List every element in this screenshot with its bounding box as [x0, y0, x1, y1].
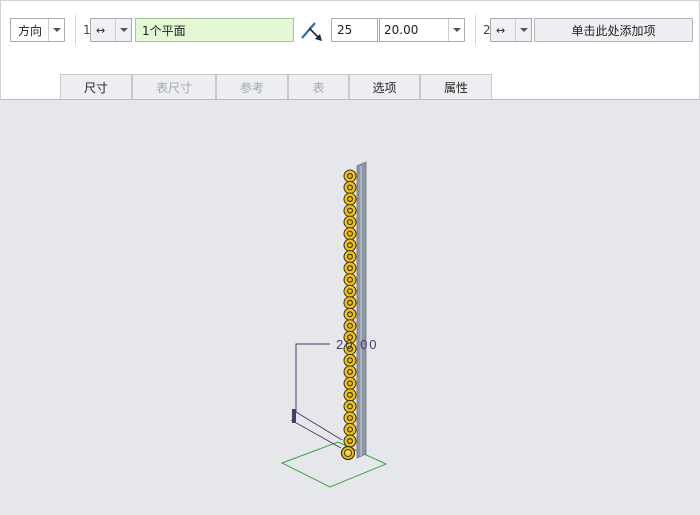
- spacing-dropdown[interactable]: 20.00: [379, 18, 465, 42]
- pattern-member-marker[interactable]: [343, 250, 357, 264]
- pattern-member-marker[interactable]: [343, 307, 357, 321]
- tab-table[interactable]: 表: [288, 74, 349, 99]
- pattern-member-marker[interactable]: [343, 261, 357, 275]
- chevron-down-icon[interactable]: [48, 19, 64, 41]
- direction-dropdown[interactable]: 方向: [10, 18, 65, 42]
- dimension-marker: [292, 409, 296, 423]
- member-count-input[interactable]: 25: [331, 18, 378, 42]
- graphics-viewport[interactable]: 20.00: [0, 100, 700, 512]
- pattern-member-marker[interactable]: [343, 434, 357, 448]
- pattern-member-marker[interactable]: [343, 169, 357, 183]
- toolbar-separator: [475, 15, 476, 45]
- arrows-horizontal-icon: ↔: [496, 23, 506, 37]
- pattern-member-marker[interactable]: [343, 238, 357, 252]
- ref2-collector[interactable]: 单击此处添加项: [534, 18, 693, 42]
- pattern-member-marker[interactable]: [343, 192, 357, 206]
- pattern-member-marker[interactable]: [343, 376, 357, 390]
- spacing-value: 20.00: [384, 23, 419, 37]
- pattern-member-marker[interactable]: [343, 388, 357, 402]
- toolbar-separator: [75, 15, 76, 45]
- ref2-type-dropdown[interactable]: ↔: [490, 18, 532, 42]
- spacing-dimension-label[interactable]: 20.00: [336, 337, 379, 352]
- pattern-member-marker[interactable]: [343, 319, 357, 333]
- tab-references[interactable]: 参考: [216, 74, 288, 99]
- pattern-member-marker[interactable]: [343, 399, 357, 413]
- pattern-member-marker[interactable]: [343, 273, 357, 287]
- pattern-member-marker[interactable]: [343, 353, 357, 367]
- member-count-value: 25: [337, 23, 353, 37]
- pattern-dashboard: 方向 1 ↔ 1个平面 25 20.00 2 ↔ 单击此处添加项 尺寸 表尺寸 …: [0, 0, 700, 100]
- tab-label: 参考: [239, 80, 264, 95]
- flip-direction-icon[interactable]: [300, 18, 324, 42]
- pattern-member-marker[interactable]: [343, 422, 357, 436]
- ref1-collector[interactable]: 1个平面: [135, 18, 294, 42]
- tab-label: 表: [312, 80, 325, 95]
- model-scene: 20.00: [280, 161, 388, 488]
- pattern-member-marker[interactable]: [343, 215, 357, 229]
- dimension-leader: [295, 343, 330, 412]
- pattern-member-marker[interactable]: [343, 411, 357, 425]
- chevron-down-icon[interactable]: [115, 19, 131, 41]
- pattern-member-marker[interactable]: [343, 204, 357, 218]
- pattern-member-marker[interactable]: [343, 296, 357, 310]
- tab-label: 选项: [372, 80, 397, 95]
- pattern-markers[interactable]: [340, 169, 357, 461]
- tab-label: 尺寸: [83, 80, 108, 95]
- tab-table-dimensions[interactable]: 表尺寸: [132, 74, 216, 99]
- direction-label: 方向: [18, 23, 43, 38]
- arrows-horizontal-icon: ↔: [96, 23, 106, 37]
- tab-label: 表尺寸: [155, 80, 192, 95]
- tab-options[interactable]: 选项: [349, 74, 420, 99]
- pattern-member-marker[interactable]: [343, 284, 357, 298]
- ref1-type-dropdown[interactable]: ↔: [90, 18, 132, 42]
- pattern-member-marker[interactable]: [343, 227, 357, 241]
- sketch-plane: [280, 441, 388, 488]
- tab-properties[interactable]: 属性: [420, 74, 492, 99]
- tab-label: 属性: [443, 80, 468, 95]
- pattern-base-marker-center: [344, 449, 352, 457]
- ref1-value: 1个平面: [142, 23, 186, 38]
- ref2-placeholder: 单击此处添加项: [571, 23, 656, 38]
- tab-dimensions[interactable]: 尺寸: [60, 74, 132, 99]
- chevron-down-icon[interactable]: [448, 19, 464, 41]
- chevron-down-icon[interactable]: [515, 19, 531, 41]
- pattern-member-marker[interactable]: [343, 181, 357, 195]
- pattern-member-marker[interactable]: [343, 365, 357, 379]
